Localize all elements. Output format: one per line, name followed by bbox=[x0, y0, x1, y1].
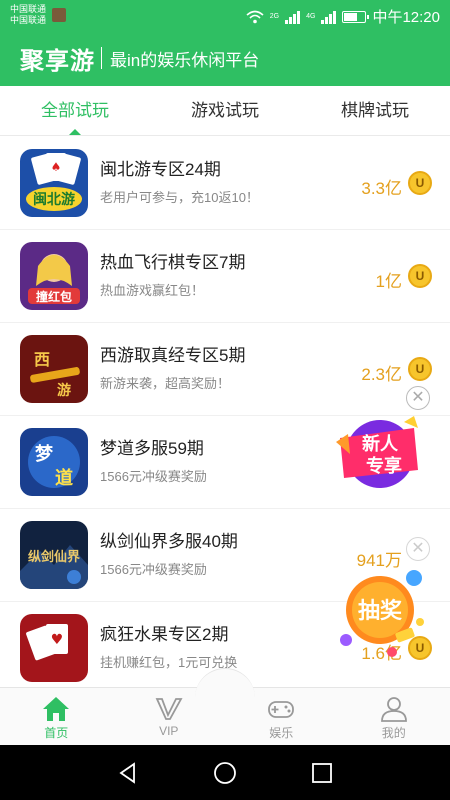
nav-mine[interactable]: 我的 bbox=[338, 688, 450, 745]
carrier-1: 中国联通 bbox=[10, 4, 47, 14]
nav-home[interactable]: 首页 bbox=[0, 688, 113, 745]
close-lottery-badge-button[interactable]: ✕ bbox=[406, 537, 430, 561]
back-icon[interactable] bbox=[116, 761, 140, 785]
game-row-minbeiyou[interactable]: ♠ 闽北游 闽北游专区24期 老用户可参与，充10返10！ 3.3亿 U bbox=[0, 137, 450, 230]
battery-level bbox=[344, 12, 358, 21]
carrier-2: 中国联通 bbox=[10, 15, 47, 25]
game-name: 纵剑仙界多服40期 bbox=[100, 532, 238, 551]
game-desc: 1566元冲级赛奖励 bbox=[100, 562, 207, 577]
mahjong-cards-icon: ♠ 闽北游 bbox=[20, 149, 88, 217]
header-divider bbox=[101, 47, 102, 69]
xiyou-staff-icon: 西 游 bbox=[20, 335, 88, 403]
game-name: 闽北游专区24期 bbox=[100, 160, 221, 179]
game-name: 热血飞行棋专区7期 bbox=[100, 253, 246, 272]
game-row-xiyou[interactable]: 西 游 西游取真经专区5期 新游来袭，超高奖励！ 2.3亿 U bbox=[0, 323, 450, 416]
status-right: 2G 4G 中午12:20 bbox=[246, 6, 440, 27]
network-type-2: 4G bbox=[306, 13, 316, 20]
mengdao-icon: 梦 道 bbox=[20, 428, 88, 496]
game-desc: 老用户可参与，充10返10！ bbox=[100, 190, 259, 205]
user-icon bbox=[380, 697, 407, 722]
reward-amount: 3.3亿 bbox=[361, 179, 402, 198]
vip-icon bbox=[155, 698, 183, 720]
nav-label: 首页 bbox=[44, 726, 69, 740]
signal-icon-1 bbox=[285, 10, 301, 24]
tab-active-indicator bbox=[69, 129, 81, 135]
tab-label: 游戏试玩 bbox=[191, 101, 259, 120]
game-name: 疯狂水果专区2期 bbox=[100, 625, 229, 644]
home-circle-icon[interactable] bbox=[213, 761, 237, 785]
game-row-rexue-feixingqi[interactable]: 撞红包 热血飞行棋专区7期 热血游戏赢红包！ 1亿 U bbox=[0, 230, 450, 323]
network-type-1: 2G bbox=[269, 13, 280, 20]
poker-cards-icon: ♥ bbox=[20, 614, 88, 682]
nav-entertainment[interactable]: 娱乐 bbox=[225, 688, 338, 745]
svg-text:道: 道 bbox=[55, 467, 73, 489]
notification-icon bbox=[52, 8, 66, 22]
game-desc: 新游来袭，超高奖励！ bbox=[100, 376, 231, 391]
tab-bar: 全部试玩 游戏试玩 棋牌试玩 bbox=[0, 86, 450, 136]
tab-card-trials[interactable]: 棋牌试玩 bbox=[300, 86, 450, 135]
close-new-user-badge-button[interactable]: ✕ bbox=[406, 386, 430, 410]
coin-icon: U bbox=[408, 357, 432, 381]
nav-label: 娱乐 bbox=[269, 726, 294, 740]
tab-all-trials[interactable]: 全部试玩 bbox=[0, 86, 150, 135]
svg-text:撞红包: 撞红包 bbox=[36, 289, 72, 304]
game-desc: 1566元冲级赛奖励 bbox=[100, 469, 207, 484]
reward-amount: 1亿 bbox=[375, 272, 402, 291]
wifi-icon bbox=[246, 10, 264, 23]
status-bar: 中国联通 中国联通 2G 4G 中午12:20 bbox=[0, 0, 450, 30]
nav-label: 我的 bbox=[381, 726, 406, 740]
svg-text:梦: 梦 bbox=[35, 443, 54, 465]
sword-fairy-icon: 纵剑仙界 bbox=[20, 521, 88, 589]
game-desc: 热血游戏赢红包！ bbox=[100, 283, 205, 298]
reward-amount: 2.3亿 bbox=[361, 365, 402, 384]
nav-vip[interactable]: VIP bbox=[113, 688, 226, 745]
app-slogan: 最in的娱乐休闲平台 bbox=[110, 50, 260, 70]
tab-game-trials[interactable]: 游戏试玩 bbox=[150, 86, 300, 135]
ludo-girl-icon: 撞红包 bbox=[20, 242, 88, 310]
bottom-nav: 首页 VIP 娱乐 我的 bbox=[0, 668, 450, 745]
coin-icon: U bbox=[408, 264, 432, 288]
home-icon bbox=[43, 697, 70, 721]
svg-text:闽北游: 闽北游 bbox=[33, 191, 75, 208]
nav-label: VIP bbox=[159, 724, 179, 738]
coin-icon: U bbox=[408, 171, 432, 195]
svg-text:纵剑仙界: 纵剑仙界 bbox=[28, 549, 80, 565]
game-name: 西游取真经专区5期 bbox=[100, 346, 246, 365]
new-user-label-2: 专享 bbox=[366, 455, 402, 477]
new-user-label-1: 新人 bbox=[362, 433, 399, 455]
recents-icon[interactable] bbox=[310, 761, 334, 785]
svg-text:♥: ♥ bbox=[51, 632, 64, 648]
clock: 中午12:20 bbox=[372, 9, 440, 26]
app-title: 聚享游 bbox=[20, 47, 95, 75]
game-name: 梦道多服59期 bbox=[100, 439, 204, 458]
signal-icon-2 bbox=[321, 10, 337, 24]
tab-label: 棋牌试玩 bbox=[341, 101, 409, 120]
gamepad-icon bbox=[268, 701, 295, 718]
new-user-exclusive-badge[interactable]: 新人 专享 bbox=[334, 412, 422, 492]
svg-text:♠: ♠ bbox=[51, 160, 62, 174]
lottery-badge[interactable]: 抽奖 bbox=[330, 560, 430, 664]
system-nav-bar bbox=[0, 745, 450, 800]
svg-text:游: 游 bbox=[57, 382, 71, 399]
tab-label: 全部试玩 bbox=[41, 101, 109, 120]
battery-icon bbox=[342, 10, 370, 23]
carrier-info: 中国联通 中国联通 bbox=[10, 4, 46, 26]
app-header: 聚享游 最in的娱乐休闲平台 bbox=[0, 30, 450, 86]
svg-text:西: 西 bbox=[34, 350, 50, 369]
lottery-label: 抽奖 bbox=[358, 598, 403, 624]
